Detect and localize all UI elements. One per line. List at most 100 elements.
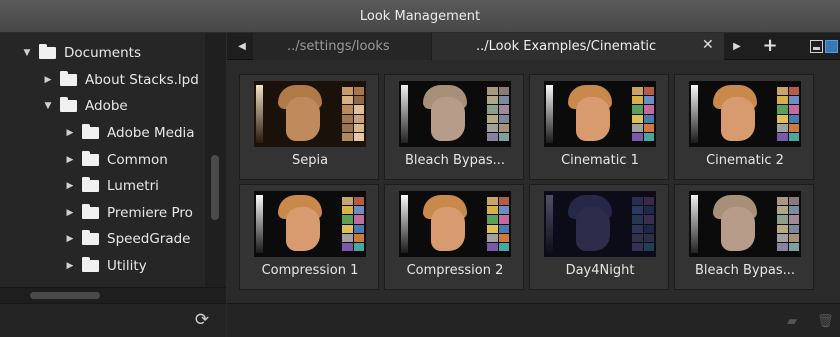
gray-ramp-swatch <box>691 85 698 143</box>
color-chip <box>777 197 788 206</box>
expand-arrow-icon[interactable]: ▶ <box>63 181 77 191</box>
color-chip <box>777 215 788 224</box>
color-chip <box>342 105 353 114</box>
expand-arrow-icon[interactable]: ▶ <box>63 208 77 218</box>
look-thumbnail <box>254 191 366 257</box>
tree-item-speedgrade[interactable]: ▶ SpeedGrade <box>63 226 190 252</box>
look-card[interactable]: Compression 2 <box>384 184 524 290</box>
folder-icon <box>82 151 99 166</box>
trash-icon[interactable]: 🗑 <box>817 314 834 329</box>
tab-look-examples-cinematic[interactable]: ../Look Examples/Cinematic ✕ <box>432 33 724 60</box>
color-chip <box>487 206 498 215</box>
color-chart-swatch <box>487 87 509 141</box>
color-chip <box>632 215 643 224</box>
tree-item-documents[interactable]: ▼ Documents <box>20 40 141 66</box>
scrollbar-thumb[interactable] <box>211 155 219 220</box>
color-chip <box>788 197 799 206</box>
color-chip <box>777 123 788 132</box>
close-icon[interactable]: ✕ <box>702 37 714 53</box>
plus-icon[interactable]: + <box>760 35 780 57</box>
look-card[interactable]: Compression 1 <box>239 184 379 290</box>
window-titlebar: Look Management <box>0 0 840 33</box>
tree-item-about-stacks[interactable]: ▶ About Stacks.lpd <box>41 67 199 93</box>
look-card[interactable]: Cinematic 1 <box>529 74 669 180</box>
tree-item-adobe-media[interactable]: ▶ Adobe Media <box>63 120 195 146</box>
color-chip <box>643 105 654 114</box>
look-card[interactable]: Bleach Bypas... <box>674 184 814 290</box>
color-chip <box>353 206 364 215</box>
color-chip <box>487 87 498 96</box>
color-chip <box>498 215 509 224</box>
color-chip <box>788 233 799 242</box>
color-chip <box>353 233 364 242</box>
gray-ramp-swatch <box>546 85 553 143</box>
expand-arrow-icon[interactable]: ▼ <box>20 48 34 58</box>
color-chip <box>643 96 654 105</box>
tree-item-lumetri[interactable]: ▶ Lumetri <box>63 173 159 199</box>
expand-arrow-icon[interactable]: ▶ <box>41 75 55 85</box>
tree-item-adobe[interactable]: ▼ Adobe <box>41 93 128 119</box>
color-chart-swatch <box>342 87 364 141</box>
tree-item-premiere-pro[interactable]: ▶ Premiere Pro <box>63 200 193 226</box>
color-chip <box>788 215 799 224</box>
chevron-left-icon[interactable]: ◀ <box>231 33 253 60</box>
color-chip <box>487 215 498 224</box>
tree-item-label: Adobe Media <box>107 125 195 141</box>
expand-arrow-icon[interactable]: ▶ <box>63 155 77 165</box>
scrollbar-thumb[interactable] <box>30 292 100 299</box>
look-thumbnail <box>544 81 656 147</box>
tab-settings-looks[interactable]: ../settings/looks <box>253 33 431 60</box>
look-card[interactable]: Bleach Bypas... <box>384 74 524 180</box>
color-chip <box>498 206 509 215</box>
color-chip <box>353 215 364 224</box>
color-chip <box>498 87 509 96</box>
color-chip <box>342 87 353 96</box>
color-chip <box>777 96 788 105</box>
color-chip <box>643 242 654 251</box>
tree-horizontal-scrollbar[interactable] <box>0 287 226 303</box>
color-chip <box>643 197 654 206</box>
expand-arrow-icon[interactable]: ▶ <box>63 234 77 244</box>
color-chip <box>643 206 654 215</box>
color-chip <box>777 233 788 242</box>
expand-arrow-icon[interactable]: ▼ <box>41 101 55 111</box>
folder-icon <box>82 177 99 192</box>
tab-bar: ◀ ../settings/looks ../Look Examples/Cin… <box>227 33 840 60</box>
look-card[interactable]: Day4Night <box>529 184 669 290</box>
tree-vertical-scrollbar[interactable] <box>205 33 226 287</box>
move-to-folder-icon[interactable]: ▰ <box>787 314 797 329</box>
grid-view-icon[interactable] <box>825 40 838 53</box>
look-card[interactable]: Cinematic 2 <box>674 74 814 180</box>
color-chip <box>632 224 643 233</box>
color-chip <box>498 197 509 206</box>
expand-arrow-icon[interactable]: ▶ <box>63 128 77 138</box>
look-label: Bleach Bypas... <box>694 263 795 278</box>
color-chip <box>643 233 654 242</box>
look-label: Compression 2 <box>406 263 504 278</box>
look-label: Cinematic 2 <box>706 153 784 168</box>
chevron-right-icon[interactable]: ▶ <box>726 33 748 60</box>
color-chip <box>777 132 788 141</box>
refresh-icon[interactable]: ⟳ <box>192 310 212 330</box>
color-chip <box>498 96 509 105</box>
tree-item-utility[interactable]: ▶ Utility <box>63 253 147 279</box>
look-thumbnail <box>254 81 366 147</box>
color-chart-swatch <box>632 197 654 251</box>
color-chip <box>342 242 353 251</box>
color-chart-swatch <box>342 197 364 251</box>
list-view-icon[interactable] <box>810 40 823 53</box>
tree-item-label: SpeedGrade <box>107 231 191 247</box>
expand-arrow-icon[interactable]: ▶ <box>63 261 77 271</box>
tree-item-common[interactable]: ▶ Common <box>63 147 168 173</box>
color-chip <box>487 242 498 251</box>
color-chip <box>498 224 509 233</box>
gray-ramp-swatch <box>256 85 263 143</box>
look-thumbnail <box>689 191 801 257</box>
look-card[interactable]: Sepia <box>239 74 379 180</box>
color-chip <box>498 233 509 242</box>
color-chip <box>342 206 353 215</box>
color-chip <box>632 242 643 251</box>
folder-icon <box>39 44 56 59</box>
color-chip <box>353 87 364 96</box>
color-chip <box>353 123 364 132</box>
